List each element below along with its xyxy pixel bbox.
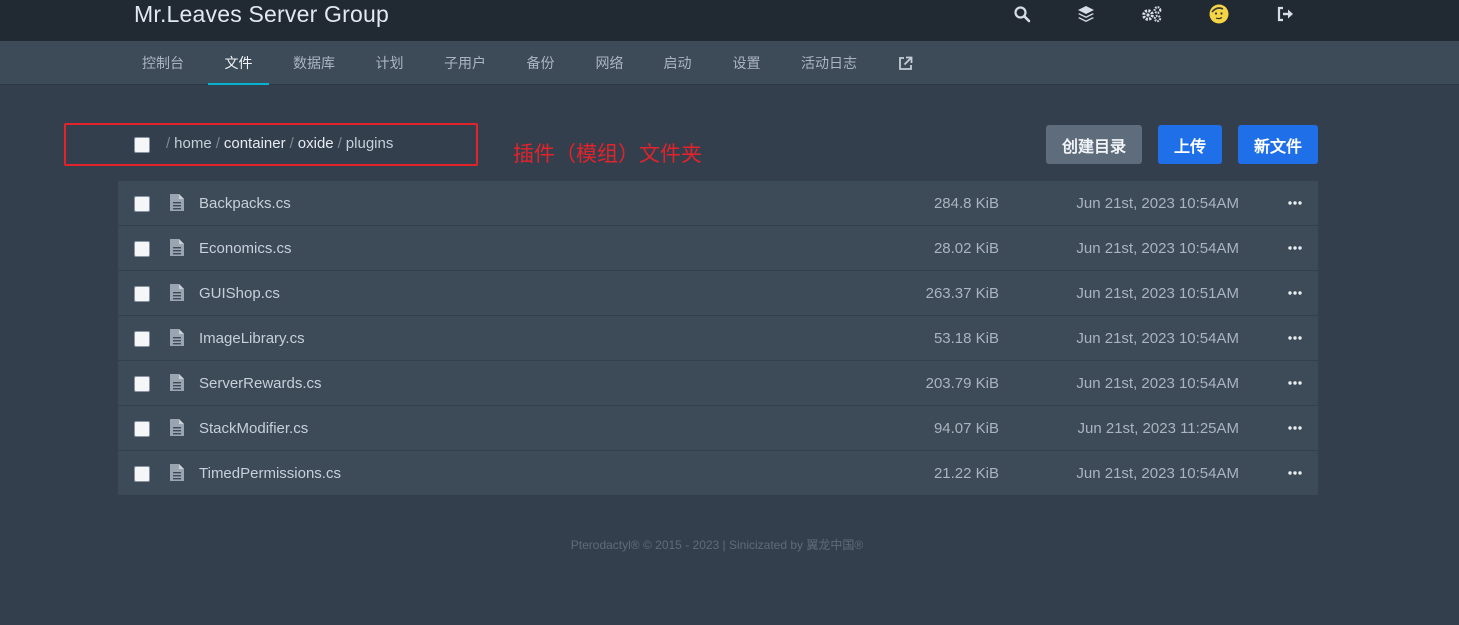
annotation-label: 插件（模组）文件夹 bbox=[513, 143, 702, 166]
nav-activity[interactable]: 活动日志 bbox=[789, 41, 869, 85]
upload-button[interactable]: 上传 bbox=[1158, 125, 1222, 164]
create-directory-button[interactable]: 创建目录 bbox=[1046, 125, 1142, 164]
row-checkbox[interactable] bbox=[134, 241, 150, 257]
file-row[interactable]: TimedPermissions.cs 21.22 KiB Jun 21st, … bbox=[118, 451, 1318, 496]
file-name[interactable]: TimedPermissions.cs bbox=[199, 465, 341, 482]
more-options-icon[interactable] bbox=[1286, 421, 1304, 435]
file-name[interactable]: ServerRewards.cs bbox=[199, 375, 322, 392]
file-icon bbox=[170, 329, 184, 346]
top-bar: Mr.Leaves Server Group bbox=[0, 0, 1459, 41]
nav-files[interactable]: 文件 bbox=[208, 41, 269, 85]
row-checkbox[interactable] bbox=[134, 286, 150, 302]
file-icon bbox=[170, 239, 184, 256]
file-modified: Jun 21st, 2023 10:54AM bbox=[1076, 465, 1239, 482]
new-file-button[interactable]: 新文件 bbox=[1238, 125, 1318, 164]
row-checkbox[interactable] bbox=[134, 376, 150, 392]
brand-title[interactable]: Mr.Leaves Server Group bbox=[134, 1, 389, 28]
file-name[interactable]: GUIShop.cs bbox=[199, 285, 280, 302]
file-row[interactable]: ImageLibrary.cs 53.18 KiB Jun 21st, 2023… bbox=[118, 316, 1318, 361]
file-modified: Jun 21st, 2023 10:54AM bbox=[1076, 375, 1239, 392]
file-icon bbox=[170, 464, 184, 481]
cogs-icon[interactable] bbox=[1141, 3, 1163, 25]
file-icon bbox=[170, 419, 184, 436]
logout-icon[interactable] bbox=[1275, 3, 1297, 25]
file-name[interactable]: ImageLibrary.cs bbox=[199, 330, 305, 347]
user-avatar-icon[interactable] bbox=[1208, 3, 1230, 25]
file-row[interactable]: ServerRewards.cs 203.79 KiB Jun 21st, 20… bbox=[118, 361, 1318, 406]
nav-network[interactable]: 网络 bbox=[579, 41, 640, 85]
row-checkbox[interactable] bbox=[134, 196, 150, 212]
file-row[interactable]: Economics.cs 28.02 KiB Jun 21st, 2023 10… bbox=[118, 226, 1318, 271]
file-modified: Jun 21st, 2023 11:25AM bbox=[1077, 420, 1240, 437]
file-row[interactable]: StackModifier.cs 94.07 KiB Jun 21st, 202… bbox=[118, 406, 1318, 451]
file-size: 284.8 KiB bbox=[933, 195, 999, 212]
more-options-icon[interactable] bbox=[1286, 331, 1304, 345]
file-name[interactable]: Economics.cs bbox=[199, 240, 292, 257]
file-row[interactable]: GUIShop.cs 263.37 KiB Jun 21st, 2023 10:… bbox=[118, 271, 1318, 316]
nav-backups[interactable]: 备份 bbox=[510, 41, 571, 85]
file-name[interactable]: StackModifier.cs bbox=[199, 420, 308, 437]
file-size: 53.18 KiB bbox=[933, 330, 999, 347]
external-link-icon[interactable] bbox=[887, 41, 923, 85]
nav-databases[interactable]: 数据库 bbox=[281, 41, 347, 85]
file-icon bbox=[170, 374, 184, 391]
nav-users[interactable]: 子用户 bbox=[432, 41, 498, 85]
more-options-icon[interactable] bbox=[1286, 196, 1304, 210]
file-size: 28.02 KiB bbox=[933, 240, 999, 257]
layers-icon[interactable] bbox=[1075, 3, 1097, 25]
footer-text: Pterodactyl® © 2015 - 2023 | Sinicizated… bbox=[570, 538, 864, 552]
file-modified: Jun 21st, 2023 10:51AM bbox=[1076, 285, 1239, 302]
search-icon[interactable] bbox=[1011, 3, 1033, 25]
file-row[interactable]: Backpacks.cs 284.8 KiB Jun 21st, 2023 10… bbox=[118, 181, 1318, 226]
nav-settings[interactable]: 设置 bbox=[716, 41, 777, 85]
more-options-icon[interactable] bbox=[1286, 286, 1304, 300]
row-checkbox[interactable] bbox=[134, 331, 150, 347]
file-name[interactable]: Backpacks.cs bbox=[199, 195, 291, 212]
file-modified: Jun 21st, 2023 10:54AM bbox=[1076, 330, 1239, 347]
file-modified: Jun 21st, 2023 10:54AM bbox=[1076, 195, 1239, 212]
file-size: 21.22 KiB bbox=[933, 465, 999, 482]
file-size: 203.79 KiB bbox=[925, 375, 999, 392]
more-options-icon[interactable] bbox=[1286, 241, 1304, 255]
row-checkbox[interactable] bbox=[134, 421, 150, 437]
file-size: 263.37 KiB bbox=[925, 285, 999, 302]
nav-schedules[interactable]: 计划 bbox=[359, 41, 420, 85]
sub-navigation: 控制台 文件 数据库 计划 子用户 备份 网络 启动 设置 活动日志 bbox=[0, 41, 1459, 85]
more-options-icon[interactable] bbox=[1286, 466, 1304, 480]
file-icon bbox=[170, 194, 184, 211]
nav-console[interactable]: 控制台 bbox=[130, 41, 196, 85]
annotation-highlight-box bbox=[64, 123, 478, 166]
file-modified: Jun 21st, 2023 10:54AM bbox=[1076, 240, 1239, 257]
file-size: 94.07 KiB bbox=[933, 420, 999, 437]
nav-startup[interactable]: 启动 bbox=[647, 41, 708, 85]
file-list: Backpacks.cs 284.8 KiB Jun 21st, 2023 10… bbox=[118, 181, 1318, 495]
file-icon bbox=[170, 284, 184, 301]
row-checkbox[interactable] bbox=[134, 466, 150, 482]
more-options-icon[interactable] bbox=[1286, 376, 1304, 390]
